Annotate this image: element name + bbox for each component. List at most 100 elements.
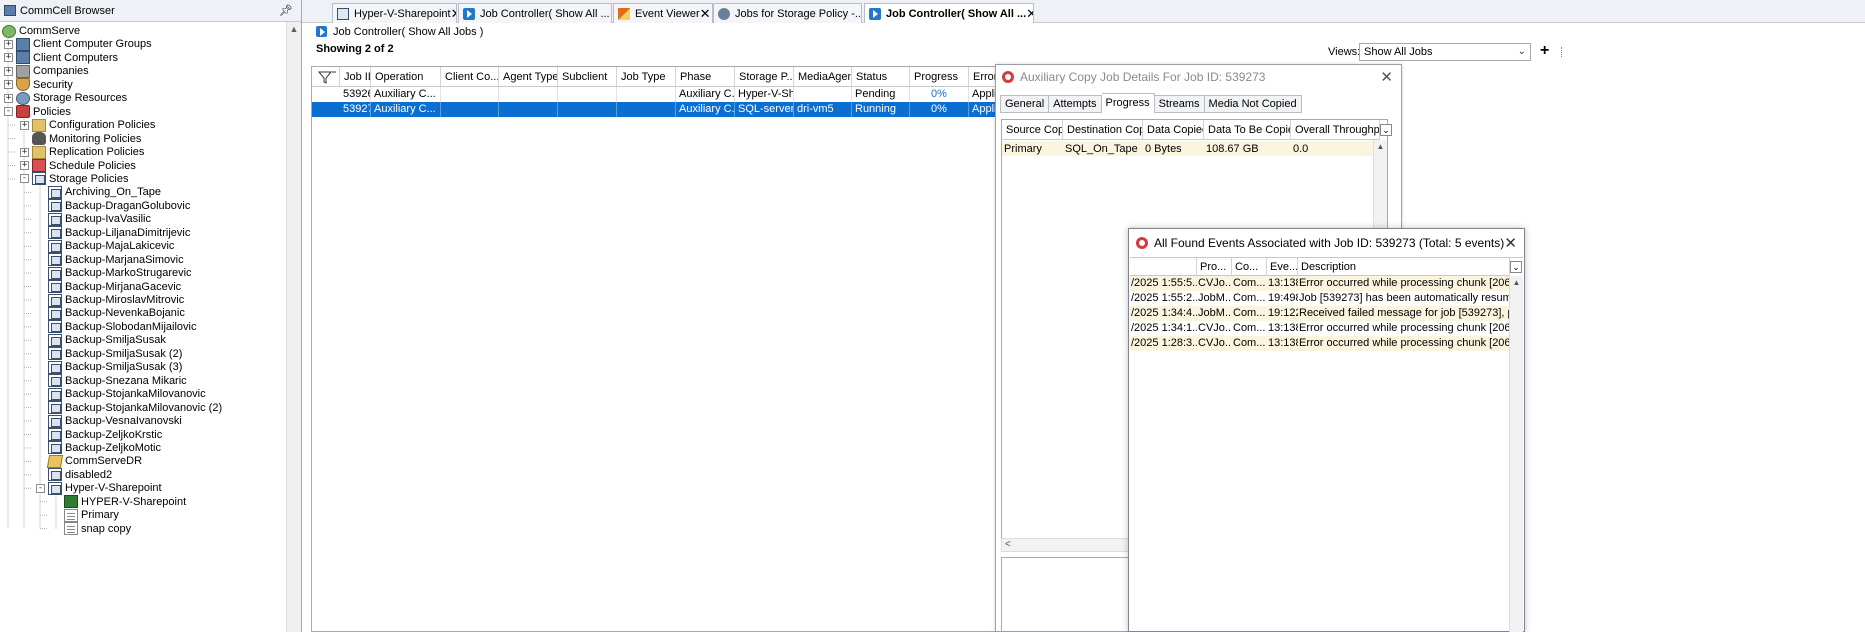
tree-node-label: Primary: [81, 509, 119, 522]
column-header[interactable]: Subclient: [558, 67, 617, 87]
table-cell: dri-vm5: [794, 102, 852, 117]
expand-icon[interactable]: +: [20, 147, 29, 157]
aux-tab-attempts[interactable]: Attempts: [1049, 95, 1102, 113]
table-cell: /2025 1:28:3...: [1131, 337, 1197, 349]
column-menu-icon[interactable]: ⌄: [1380, 124, 1392, 136]
table-cell: 0%: [910, 102, 969, 117]
column-header[interactable]: Job ID: [340, 67, 371, 87]
pin-icon[interactable]: 📌︎: [279, 4, 293, 17]
table-cell: Auxiliary C...: [371, 87, 441, 102]
tab-label: Job Controller( Show All ...: [886, 7, 1027, 20]
column-header[interactable]: Operation: [371, 67, 441, 87]
filter-column-header[interactable]: [312, 67, 340, 87]
views-label: Views:: [1328, 46, 1361, 58]
close-icon[interactable]: ✕: [700, 7, 711, 20]
column-header[interactable]: Phase: [676, 67, 735, 87]
expand-icon[interactable]: +: [20, 161, 29, 170]
scroll-left-icon[interactable]: <: [1005, 539, 1011, 550]
table-row[interactable]: /2025 1:55:2...JobM...Com...19:498Job [5…: [1130, 291, 1510, 306]
tree-node-label: Backup-MajaLakicevic: [65, 240, 175, 253]
column-header[interactable]: Progress: [910, 67, 969, 87]
tree-scrollbar[interactable]: ▲: [286, 22, 301, 632]
column-header[interactable]: Pro...: [1197, 258, 1232, 276]
tab-5[interactable]: Job Controller( Show All ...✕: [864, 3, 1034, 23]
close-icon[interactable]: ✕: [1504, 234, 1517, 252]
column-header[interactable]: [1130, 258, 1197, 276]
table-cell: CVJo...: [1198, 322, 1232, 334]
expand-icon[interactable]: +: [4, 66, 13, 76]
table-row[interactable]: /2025 1:55:5...CVJo...Com...13:138Error …: [1130, 276, 1510, 291]
scroll-up-icon[interactable]: ▲: [1374, 140, 1387, 154]
showing-count: Showing 2 of 2: [316, 43, 394, 55]
job-events-dialog: All Found Events Associated with Job ID:…: [1128, 228, 1525, 632]
events-dialog-title: All Found Events Associated with Job ID:…: [1154, 236, 1505, 250]
column-header[interactable]: Client Co...: [441, 67, 499, 87]
views-select[interactable]: Show All Jobs ⌄: [1359, 43, 1531, 61]
tree-node[interactable]: snap copy: [52, 521, 131, 537]
column-header[interactable]: Eve...: [1267, 258, 1298, 276]
column-header[interactable]: Co...: [1232, 258, 1267, 276]
collapse-icon[interactable]: -: [4, 107, 13, 117]
aux-tab-general[interactable]: General: [1000, 95, 1050, 113]
aux-tab-streams[interactable]: Streams: [1154, 95, 1205, 113]
collapse-icon[interactable]: -: [20, 174, 29, 184]
close-icon[interactable]: ✕: [1380, 68, 1393, 86]
table-cell: 539267: [340, 87, 371, 102]
aux-tab-media-not-copied[interactable]: Media Not Copied: [1204, 95, 1302, 113]
tree-node-label: HYPER-V-Sharepoint: [81, 495, 187, 508]
vertical-scrollbar[interactable]: ▲: [1509, 276, 1523, 632]
tab-label: Event Viewer: [635, 7, 700, 20]
tab-1[interactable]: Hyper-V-Sharepoint✕: [332, 3, 457, 23]
collapse-icon[interactable]: -: [36, 483, 45, 493]
expand-icon[interactable]: +: [4, 39, 13, 49]
table-row[interactable]: /2025 1:28:3...CVJo...Com...13:138Error …: [1130, 336, 1510, 351]
column-header[interactable]: Status: [852, 67, 910, 87]
job-controller-icon: [316, 26, 327, 37]
column-header[interactable]: Data Copied: [1143, 120, 1204, 140]
add-view-button[interactable]: +: [1540, 42, 1549, 60]
table-row[interactable]: /2025 1:34:1...CVJo...Com...13:138Error …: [1130, 321, 1510, 336]
scroll-up-icon[interactable]: ▲: [287, 22, 301, 37]
column-header[interactable]: Destination Copy: [1063, 120, 1143, 140]
column-header[interactable]: Storage P...: [735, 67, 794, 87]
expand-icon[interactable]: +: [20, 120, 29, 130]
table-cell: CVJo...: [1198, 277, 1232, 289]
filter-icon[interactable]: [315, 69, 339, 85]
table-cell: /2025 1:34:1...: [1131, 322, 1197, 334]
expand-icon[interactable]: +: [4, 93, 13, 103]
tab-3[interactable]: Event Viewer ✕: [613, 3, 713, 23]
scroll-up-icon[interactable]: ▲: [1510, 276, 1523, 290]
tree-node-label: Policies: [33, 105, 71, 118]
table-cell: Received failed message for job [539273]…: [1299, 307, 1510, 319]
column-header[interactable]: Description: [1298, 258, 1510, 276]
table-cell: Running: [852, 102, 910, 117]
expand-icon[interactable]: +: [4, 80, 13, 90]
tab-4[interactable]: Jobs for Storage Policy -...✕: [713, 3, 862, 23]
table-cell: Com...: [1233, 292, 1266, 304]
table-row[interactable]: [1002, 141, 1380, 156]
column-header[interactable]: Job Type: [617, 67, 676, 87]
column-header[interactable]: MediaAgent: [794, 67, 852, 87]
column-menu-icon[interactable]: ⌄: [1510, 261, 1522, 273]
expand-icon[interactable]: +: [4, 53, 13, 63]
commcell-browser-panel: CommCell Browser 📌︎ CommServe + Client Com…: [0, 0, 302, 632]
aux-tab-progress[interactable]: Progress: [1101, 93, 1155, 113]
tree-node-label: snap copy: [81, 522, 132, 535]
column-header[interactable]: Source Copy: [1002, 120, 1063, 140]
close-icon[interactable]: ✕: [610, 7, 611, 20]
table-cell: [499, 102, 558, 117]
column-header[interactable]: Overall Throughput(GB: [1291, 120, 1380, 140]
tree-node-label: Backup-IvaVasilic: [65, 213, 151, 226]
close-icon[interactable]: ✕: [1026, 7, 1033, 20]
resize-grip-icon[interactable]: [1561, 47, 1566, 57]
table-cell: 13:138: [1268, 322, 1298, 334]
tree-node-label: Configuration Policies: [49, 119, 156, 132]
tab-2[interactable]: Job Controller( Show All ...✕: [458, 3, 612, 23]
column-header[interactable]: Agent Type: [499, 67, 558, 87]
horizontal-scrollbar[interactable]: <: [1001, 538, 1141, 552]
table-row[interactable]: /2025 1:34:4...JobM...Com...19:122Receiv…: [1130, 306, 1510, 321]
column-header[interactable]: Data To Be Copied: [1204, 120, 1291, 140]
commcell-browser-header: CommCell Browser 📌︎: [0, 0, 301, 22]
event-viewer-icon: [618, 7, 630, 20]
close-icon[interactable]: ✕: [451, 7, 456, 20]
